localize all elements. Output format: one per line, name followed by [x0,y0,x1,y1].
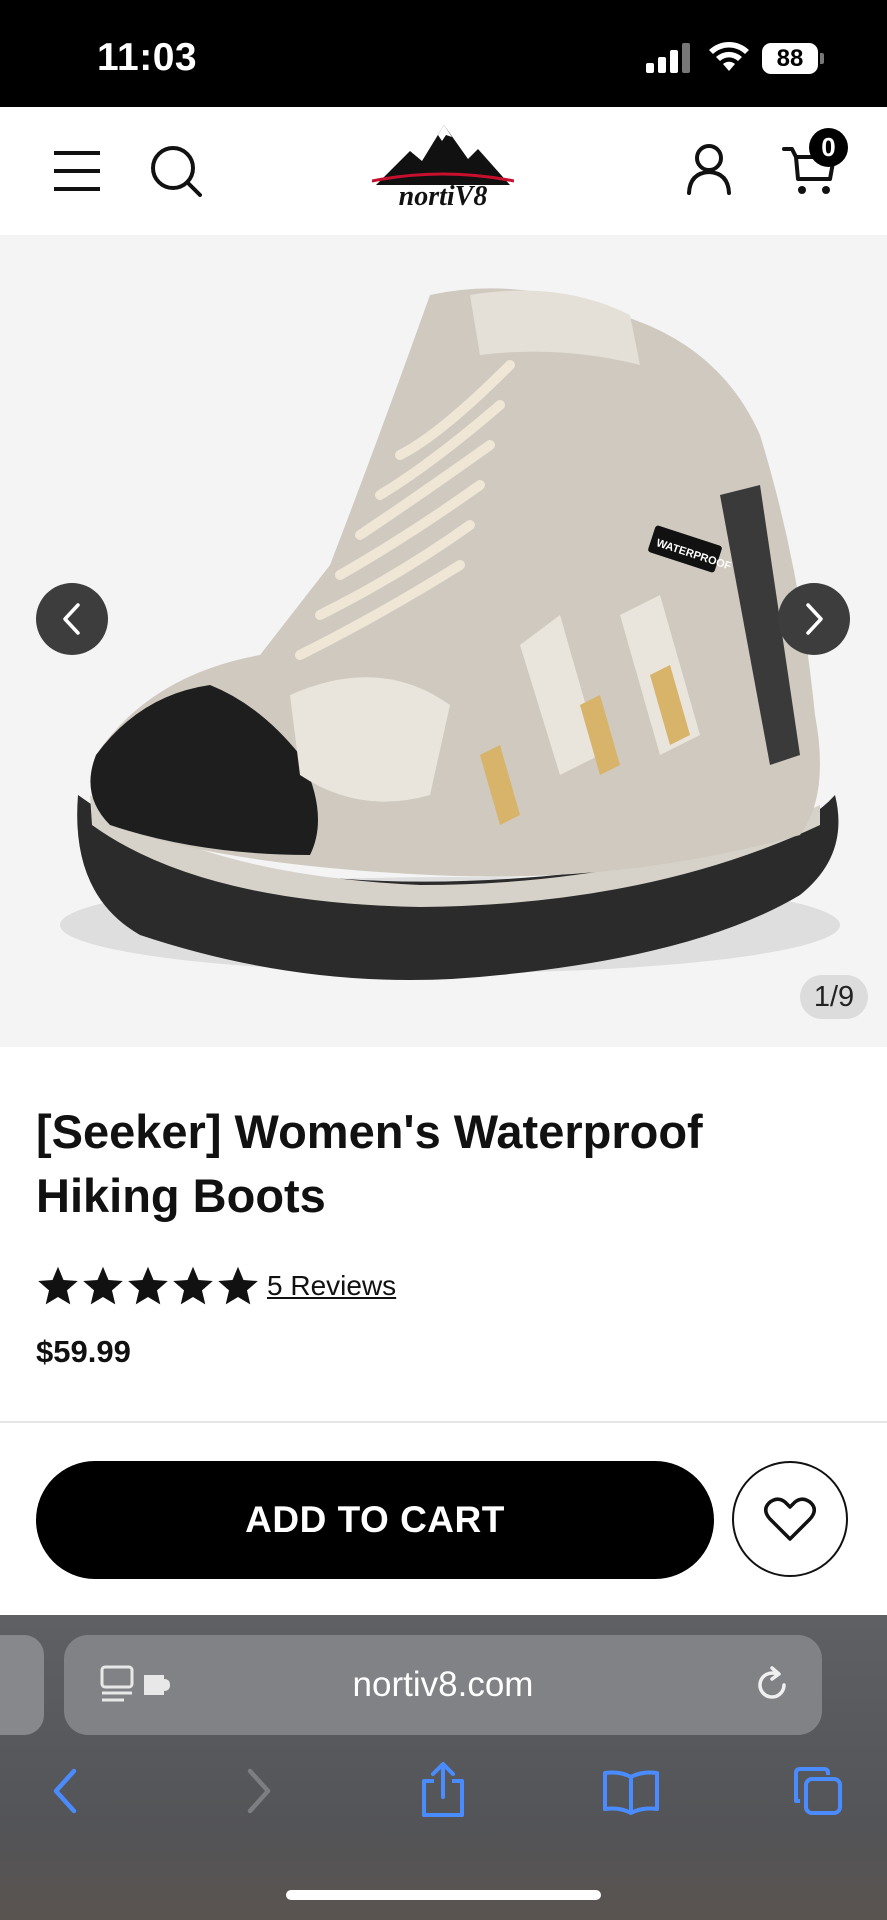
rating-row: 5 Reviews [36,1264,396,1308]
heart-icon [764,1497,816,1541]
reload-icon[interactable] [752,1665,792,1705]
mountain-logo-icon [371,125,515,185]
status-bar: 11:03 88 [0,0,887,107]
tabs-icon[interactable] [792,1765,844,1817]
wishlist-button[interactable] [732,1461,848,1577]
forward-icon[interactable] [244,1767,274,1815]
brand-logo[interactable]: nortiV8 [371,123,515,219]
battery-level: 88 [762,43,818,74]
star-icon [128,1266,168,1305]
chevron-left-icon [63,603,80,635]
prev-image-button[interactable] [36,583,108,655]
next-image-button[interactable] [778,583,850,655]
add-to-cart-button[interactable]: ADD TO CART [36,1461,714,1579]
previous-tab-peek[interactable] [0,1635,44,1735]
product-image[interactable]: WATERPROOF [0,235,887,1047]
menu-icon[interactable] [54,151,100,191]
sticky-cart-bar: ADD TO CART [0,1421,887,1617]
product-price: $59.99 [36,1334,131,1369]
product-title: [Seeker] Women's Waterproof Hiking Boots [36,1105,703,1222]
cellular-signal-icon [646,43,690,73]
status-time: 11:03 [97,36,198,79]
star-icon [83,1266,123,1305]
url-text: nortiv8.com [352,1665,534,1704]
cart-count-badge: 0 [809,128,848,167]
bookmarks-icon[interactable] [602,1769,660,1815]
account-icon[interactable] [686,143,732,195]
address-bar[interactable]: nortiv8.com [64,1635,822,1735]
search-icon[interactable] [150,145,204,199]
star-icon [218,1266,258,1305]
image-counter: 1/9 [800,975,868,1019]
home-indicator [286,1890,601,1900]
product-gallery[interactable]: WATERPROOF 1/9 [0,235,887,1047]
battery-icon: 88 [762,43,824,74]
chevron-right-icon [806,603,823,635]
reviews-link[interactable]: 5 Reviews [267,1270,396,1302]
browser-toolbar: nortiv8.com [0,1615,887,1920]
share-icon[interactable] [418,1761,468,1819]
back-icon[interactable] [50,1767,80,1815]
wifi-icon [709,42,749,71]
brand-name: nortiV8 [398,181,488,212]
star-icon [38,1266,78,1305]
site-header: nortiV8 [0,107,887,235]
star-icon [173,1266,213,1305]
